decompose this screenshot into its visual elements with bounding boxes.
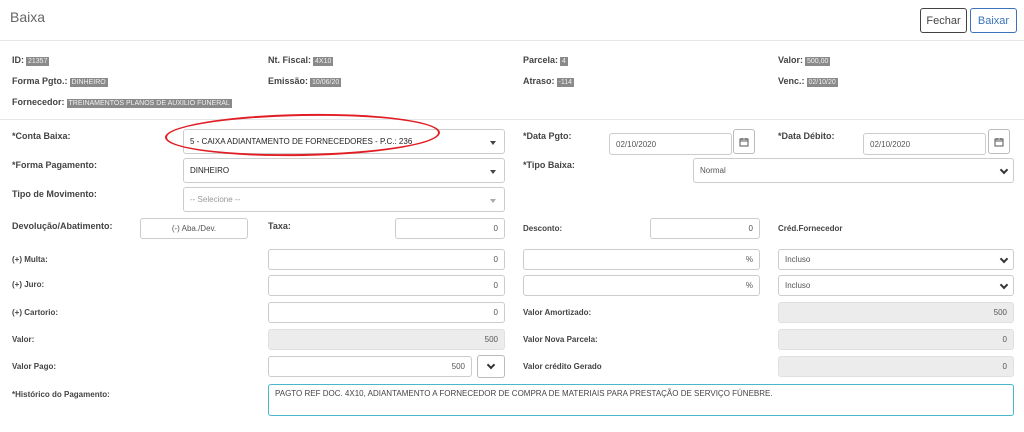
taxa-input[interactable]: 0 (395, 218, 505, 239)
info-valor: Valor: 500,00 (778, 55, 831, 66)
multa-input[interactable]: 0 (268, 249, 505, 270)
venc-value: 02/10/20 (806, 78, 838, 87)
info-id: ID: 21357 (12, 55, 50, 66)
historico-label: *Histórico do Pagamento: (12, 390, 110, 399)
info-fornecedor: Fornecedor: TREINAMENTOS PLANOS DE AUXILI… (12, 97, 232, 108)
submit-button[interactable]: Baixar (970, 8, 1017, 33)
juro-percent-input[interactable]: % (523, 275, 760, 296)
forma-pag-label: *Forma Pagamento: (12, 160, 98, 170)
tipo-baixa-select[interactable]: Normal (693, 158, 1014, 183)
data-pgto-label: *Data Pgto: (523, 131, 572, 141)
tipo-mov-label: Tipo de Movimento: (12, 189, 97, 199)
info-parcela: Parcela: 4 (523, 55, 568, 66)
conta-select[interactable]: 5 - CAIXA ADIANTAMENTO DE FORNECEDORES -… (183, 129, 505, 154)
tipo-mov-select[interactable]: -- Selecione -- (183, 187, 505, 212)
credito-value: 0 (778, 356, 1014, 377)
data-debito-input[interactable]: 02/10/2020 (863, 133, 986, 155)
fornecedor-value: TREINAMENTOS PLANOS DE AUXILIO FUNERAL (66, 99, 232, 108)
valor-label: Valor: (12, 335, 35, 344)
header-divider (0, 40, 1024, 41)
amortizado-label: Valor Amortizado: (523, 308, 592, 317)
desconto-input[interactable]: 0 (650, 218, 760, 239)
cartorio-label: (+) Cartorio: (12, 308, 58, 317)
conta-label: *Conta Baixa: (12, 131, 71, 141)
data-debito-label: *Data Débito: (778, 131, 835, 141)
data-pgto-input[interactable]: 02/10/2020 (609, 133, 732, 155)
nova-parcela-label: Valor Nova Parcela: (523, 335, 598, 344)
caret-down-icon (490, 169, 496, 174)
juro-select[interactable]: Incluso (778, 275, 1014, 296)
caret-down-icon (490, 198, 496, 203)
info-nf: Nt. Fiscal: 4X10 (268, 55, 334, 66)
multa-percent-input[interactable]: % (523, 249, 760, 270)
nova-parcela-value: 0 (778, 329, 1014, 350)
info-emissao: Emissão: 10/06/20 (268, 76, 342, 87)
chevron-down-icon (999, 254, 1009, 263)
chevron-down-icon (999, 280, 1009, 289)
amortizado-value: 500 (778, 302, 1014, 323)
valor-value: 500,00 (805, 57, 831, 66)
forma-value: DINHEIRO (69, 78, 108, 87)
taxa-label: Taxa: (268, 221, 291, 231)
desconto-label: Desconto: (523, 224, 563, 233)
multa-label: (+) Multa: (12, 255, 48, 264)
devolucao-button[interactable]: (-) Aba./Dev. (140, 218, 248, 239)
juro-input[interactable]: 0 (268, 275, 505, 296)
nf-value: 4X10 (313, 57, 334, 66)
page-title: Baixa (10, 9, 46, 25)
valor-field: 500 (268, 329, 505, 350)
historico-textarea[interactable]: PAGTO REF DOC. 4X10, ADIANTAMENTO A FORN… (268, 384, 1014, 416)
close-button[interactable]: Fechar (920, 8, 967, 33)
id-value: 21357 (26, 57, 50, 66)
credito-label: Valor crédito Gerado (523, 362, 602, 371)
atraso-value: -114 (556, 78, 575, 87)
calendar-icon[interactable] (733, 129, 755, 154)
chevron-down-icon (999, 165, 1009, 174)
emissao-value: 10/06/20 (310, 78, 342, 87)
valor-pago-input[interactable]: 500 (268, 356, 472, 377)
caret-down-icon (490, 140, 496, 145)
devolucao-label: Devolução/Abatimento: (12, 221, 113, 231)
calendar-icon[interactable] (988, 129, 1010, 154)
info-atraso: Atraso: -114 (523, 76, 575, 87)
info-venc: Venc.: 02/10/20 (778, 76, 838, 87)
forma-pag-select[interactable]: DINHEIRO (183, 158, 505, 183)
info-forma: Forma Pgto.: DINHEIRO (12, 76, 108, 87)
juro-label: (+) Juro: (12, 280, 45, 289)
cred-fornecedor-label: Créd.Fornecedor (778, 224, 843, 233)
chevron-down-button[interactable] (477, 355, 505, 378)
multa-select[interactable]: Incluso (778, 249, 1014, 270)
tipo-baixa-label: *Tipo Baixa: (523, 160, 575, 170)
chevron-down-icon (486, 360, 496, 369)
parcela-value: 4 (560, 57, 568, 66)
info-divider (0, 119, 1024, 120)
cartorio-input[interactable]: 0 (268, 302, 505, 323)
valor-pago-label: Valor Pago: (12, 362, 57, 371)
